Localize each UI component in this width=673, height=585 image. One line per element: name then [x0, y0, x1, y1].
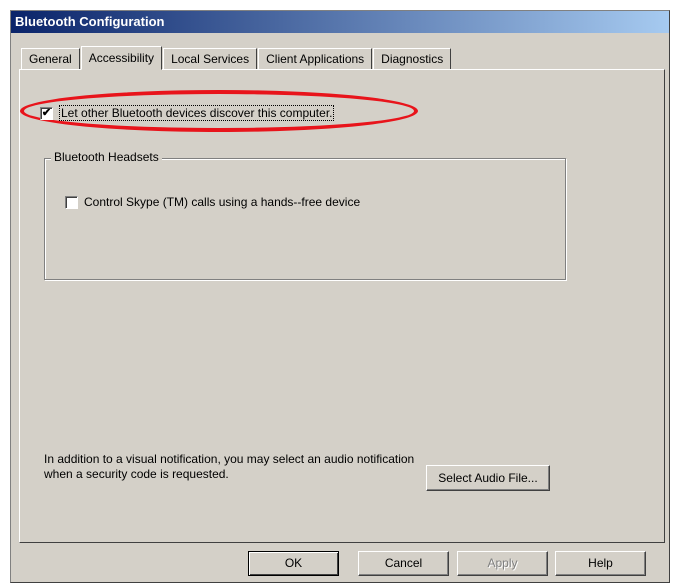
apply-button[interactable]: Apply — [457, 551, 548, 576]
help-button[interactable]: Help — [555, 551, 646, 576]
skype-label[interactable]: Control Skype (TM) calls using a hands--… — [84, 195, 360, 209]
skype-option[interactable]: Control Skype (TM) calls using a hands--… — [65, 195, 360, 209]
cancel-button[interactable]: Cancel — [358, 551, 449, 576]
tab-local-services[interactable]: Local Services — [163, 48, 258, 69]
tab-strip: General Accessibility Local Services Cli… — [21, 45, 452, 70]
notification-description: In addition to a visual notification, yo… — [44, 452, 415, 481]
tab-diagnostics[interactable]: Diagnostics — [373, 48, 452, 69]
tab-client-applications[interactable]: Client Applications — [258, 48, 373, 69]
tab-general[interactable]: General — [21, 48, 80, 69]
group-title: Bluetooth Headsets — [51, 150, 162, 164]
discover-label[interactable]: Let other Bluetooth devices discover thi… — [59, 105, 335, 121]
select-audio-file-button[interactable]: Select Audio File... — [426, 465, 550, 491]
window-title: Bluetooth Configuration — [11, 11, 669, 33]
skype-checkbox[interactable] — [65, 195, 78, 209]
tab-accessibility[interactable]: Accessibility — [80, 46, 163, 70]
bluetooth-config-dialog: Bluetooth Configuration General Accessib… — [10, 10, 670, 583]
bluetooth-headsets-group: Bluetooth Headsets Control Skype (TM) ca… — [44, 150, 566, 280]
ok-button[interactable]: OK — [248, 551, 339, 576]
discover-option[interactable]: ✔ Let other Bluetooth devices discover t… — [40, 105, 335, 121]
accessibility-panel: ✔ Let other Bluetooth devices discover t… — [19, 69, 665, 543]
discover-checkbox[interactable]: ✔ — [40, 106, 53, 120]
